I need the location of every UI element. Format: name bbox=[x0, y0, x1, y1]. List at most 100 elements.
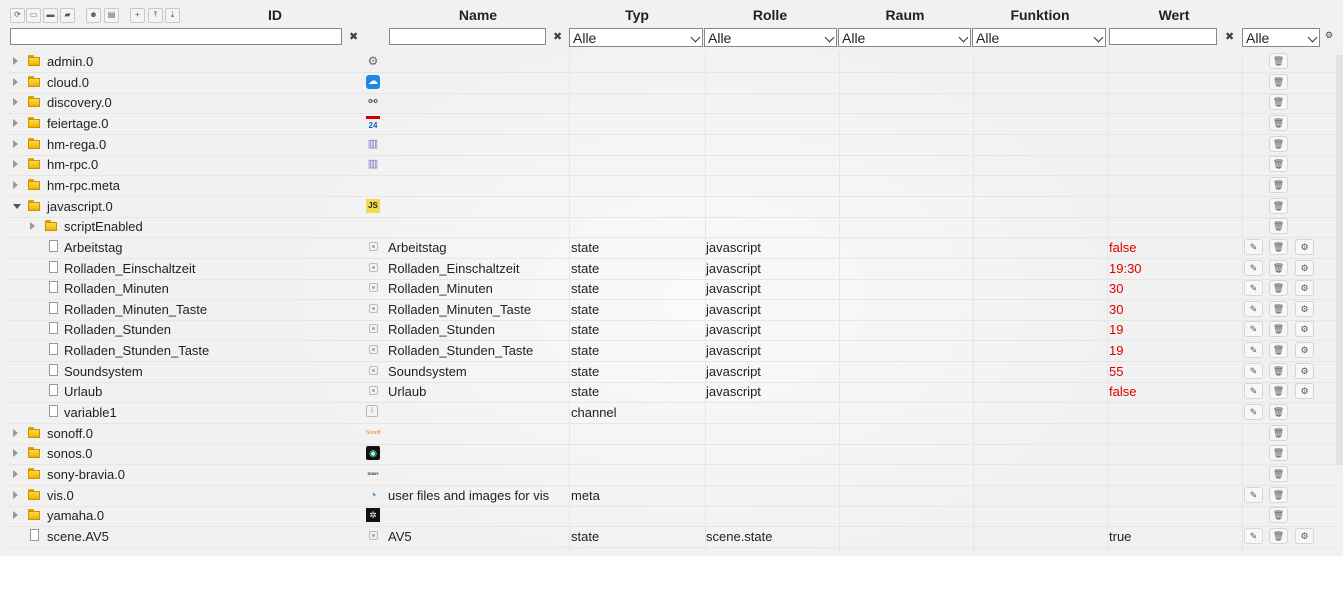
expand-icon[interactable] bbox=[13, 490, 18, 499]
edit-button[interactable]: ✎ bbox=[1244, 527, 1263, 544]
table-row[interactable]: Rolladen_Stunden Rolladen_Stunden state jav… bbox=[8, 320, 1336, 342]
raum-filter-select[interactable]: Alle bbox=[838, 28, 971, 47]
settings-button[interactable]: ⚙ bbox=[1295, 300, 1314, 317]
user-icon[interactable]: ☻ bbox=[86, 8, 101, 23]
table-row[interactable]: hm-rega.0 ▥ 🗑 bbox=[8, 135, 1336, 156]
col-funktion[interactable]: Funktion bbox=[1000, 7, 1080, 23]
delete-button[interactable]: 🗑 bbox=[1269, 280, 1288, 297]
edit-button[interactable]: ✎ bbox=[1244, 321, 1263, 338]
delete-button[interactable]: 🗑 bbox=[1269, 73, 1288, 90]
funktion-filter-select[interactable]: Alle bbox=[972, 28, 1106, 47]
table-row[interactable]: Rolladen_Einschaltzeit Rolladen_Einschalt… bbox=[8, 259, 1336, 280]
expand-icon[interactable] bbox=[13, 139, 18, 148]
table-row[interactable]: feiertage.0 24 🗑 bbox=[8, 114, 1336, 135]
table-row[interactable]: Rolladen_Stunden_Taste Rolladen_Stunden_T… bbox=[8, 341, 1336, 363]
delete-button[interactable]: 🗑 bbox=[1269, 404, 1288, 420]
table-row[interactable]: scene.AV5 AV5 state scene.state true ✎ 🗑 ⚙ bbox=[8, 527, 1336, 548]
settings-button[interactable]: ⚙ bbox=[1295, 342, 1314, 359]
table-row[interactable]: Soundsystem Soundsystem state javascript 55 ✎… bbox=[8, 362, 1336, 383]
expand-icon[interactable] bbox=[13, 428, 18, 437]
collapse-icon[interactable]: ▭ bbox=[26, 8, 41, 23]
expand-icon[interactable] bbox=[13, 57, 18, 65]
id-filter-clear-icon[interactable]: ✖ bbox=[349, 30, 358, 43]
delete-button[interactable]: 🗑 bbox=[1269, 424, 1288, 441]
table-row[interactable]: cloud.0 ☁ 🗑 bbox=[8, 73, 1336, 94]
delete-button[interactable]: 🗑 bbox=[1269, 507, 1288, 524]
settings-button[interactable]: ⚙ bbox=[1295, 238, 1314, 255]
settings-button[interactable]: ⚙ bbox=[1295, 280, 1314, 297]
delete-button[interactable]: 🗑 bbox=[1269, 94, 1288, 111]
settings-icon[interactable]: ⚙ bbox=[1325, 30, 1333, 41]
table-row[interactable]: hm-rpc.0 ▥ 🗑 bbox=[8, 155, 1336, 177]
delete-button[interactable]: 🗑 bbox=[1269, 527, 1288, 544]
delete-button[interactable]: 🗑 bbox=[1269, 486, 1288, 503]
edit-button[interactable]: ✎ bbox=[1244, 486, 1263, 503]
object-wert[interactable]: 19 bbox=[1109, 343, 1123, 358]
table-row[interactable]: hm-rpc.meta 🗑 bbox=[8, 176, 1336, 197]
delete-button[interactable]: 🗑 bbox=[1269, 321, 1288, 338]
edit-button[interactable]: ✎ bbox=[1244, 300, 1263, 317]
object-wert[interactable]: 30 bbox=[1109, 302, 1123, 317]
col-typ[interactable]: Typ bbox=[610, 7, 664, 23]
object-wert[interactable]: 19:30 bbox=[1109, 261, 1142, 276]
expand-icon[interactable] bbox=[13, 160, 18, 169]
table-row[interactable]: vis.0 ◔ user files and images for vis meta ✎… bbox=[8, 486, 1336, 507]
expand-icon[interactable] bbox=[13, 449, 18, 458]
expand-icon[interactable] bbox=[13, 98, 18, 107]
wert-filter-input[interactable] bbox=[1109, 28, 1217, 45]
table-row[interactable]: discovery.0 ⚯ 🗑 bbox=[8, 93, 1336, 115]
table-row[interactable]: sonoff.0 Sonoff 🗑 bbox=[8, 424, 1336, 445]
delete-button[interactable]: 🗑 bbox=[1269, 114, 1288, 131]
expand-icon[interactable] bbox=[13, 180, 18, 189]
table-row[interactable]: Rolladen_Minuten_Taste Rolladen_Minuten_T… bbox=[8, 300, 1336, 321]
delete-button[interactable]: 🗑 bbox=[1269, 445, 1288, 462]
scrollbar[interactable] bbox=[1336, 55, 1343, 465]
table-row[interactable]: Arbeitstag Arbeitstag state javascript false… bbox=[8, 238, 1336, 259]
expand-icon[interactable] bbox=[30, 222, 35, 231]
name-filter-clear-icon[interactable]: ✖ bbox=[553, 30, 562, 43]
table-row[interactable]: Rolladen_Minuten Rolladen_Minuten state jav… bbox=[8, 279, 1336, 301]
col-wert[interactable]: Wert bbox=[1150, 7, 1198, 23]
typ-filter-select[interactable]: Alle bbox=[569, 28, 703, 47]
edit-button[interactable]: ✎ bbox=[1244, 383, 1263, 400]
table-row[interactable]: scriptEnabled 🗑 bbox=[8, 217, 1336, 239]
edit-button[interactable]: ✎ bbox=[1244, 362, 1263, 379]
settings-button[interactable]: ⚙ bbox=[1295, 362, 1314, 379]
settings-button[interactable]: ⚙ bbox=[1295, 383, 1314, 400]
delete-button[interactable]: 🗑 bbox=[1269, 259, 1288, 276]
table-row[interactable]: Urlaub Urlaub state javascript false ✎ 🗑 ⚙ bbox=[8, 382, 1336, 404]
table-row[interactable]: javascript.0 JS 🗑 bbox=[8, 197, 1336, 218]
object-wert[interactable]: true bbox=[1109, 529, 1131, 544]
table-row[interactable]: yamaha.0 ✲ 🗑 bbox=[8, 506, 1336, 528]
refresh-icon[interactable]: ⟳ bbox=[10, 8, 25, 23]
edit-button[interactable]: ✎ bbox=[1244, 238, 1263, 255]
col-rolle[interactable]: Rolle bbox=[740, 7, 800, 23]
delete-button[interactable]: 🗑 bbox=[1269, 156, 1288, 173]
object-wert[interactable]: 19 bbox=[1109, 322, 1123, 337]
id-filter-input[interactable] bbox=[10, 28, 342, 45]
table-row[interactable]: sonos.0 ◉ 🗑 bbox=[8, 444, 1336, 466]
name-filter-input[interactable] bbox=[389, 28, 546, 45]
extra-filter-select[interactable]: Alle bbox=[1242, 28, 1320, 47]
add-icon[interactable]: + bbox=[130, 8, 145, 23]
delete-button[interactable]: 🗑 bbox=[1269, 342, 1288, 359]
delete-button[interactable]: 🗑 bbox=[1269, 197, 1288, 214]
delete-button[interactable]: 🗑 bbox=[1269, 300, 1288, 317]
edit-button[interactable]: ✎ bbox=[1244, 280, 1263, 297]
col-name[interactable]: Name bbox=[440, 7, 516, 23]
table-row[interactable]: sony-bravia.0 SONY 🗑 bbox=[8, 465, 1336, 486]
delete-button[interactable]: 🗑 bbox=[1269, 466, 1288, 482]
wert-filter-clear-icon[interactable]: ✖ bbox=[1225, 30, 1234, 43]
settings-button[interactable]: ⚙ bbox=[1295, 259, 1314, 276]
delete-button[interactable]: 🗑 bbox=[1269, 383, 1288, 400]
expand-icon[interactable] bbox=[13, 77, 18, 86]
object-wert[interactable]: 55 bbox=[1109, 364, 1123, 379]
delete-button[interactable]: 🗑 bbox=[1269, 362, 1288, 379]
folder-open-icon[interactable]: ▰ bbox=[60, 8, 75, 23]
rolle-filter-select[interactable]: Alle bbox=[704, 28, 837, 47]
delete-button[interactable]: 🗑 bbox=[1269, 53, 1288, 69]
edit-button[interactable]: ✎ bbox=[1244, 259, 1263, 276]
delete-button[interactable]: 🗑 bbox=[1269, 176, 1288, 193]
settings-button[interactable]: ⚙ bbox=[1295, 527, 1314, 544]
expand-icon[interactable] bbox=[13, 470, 18, 478]
